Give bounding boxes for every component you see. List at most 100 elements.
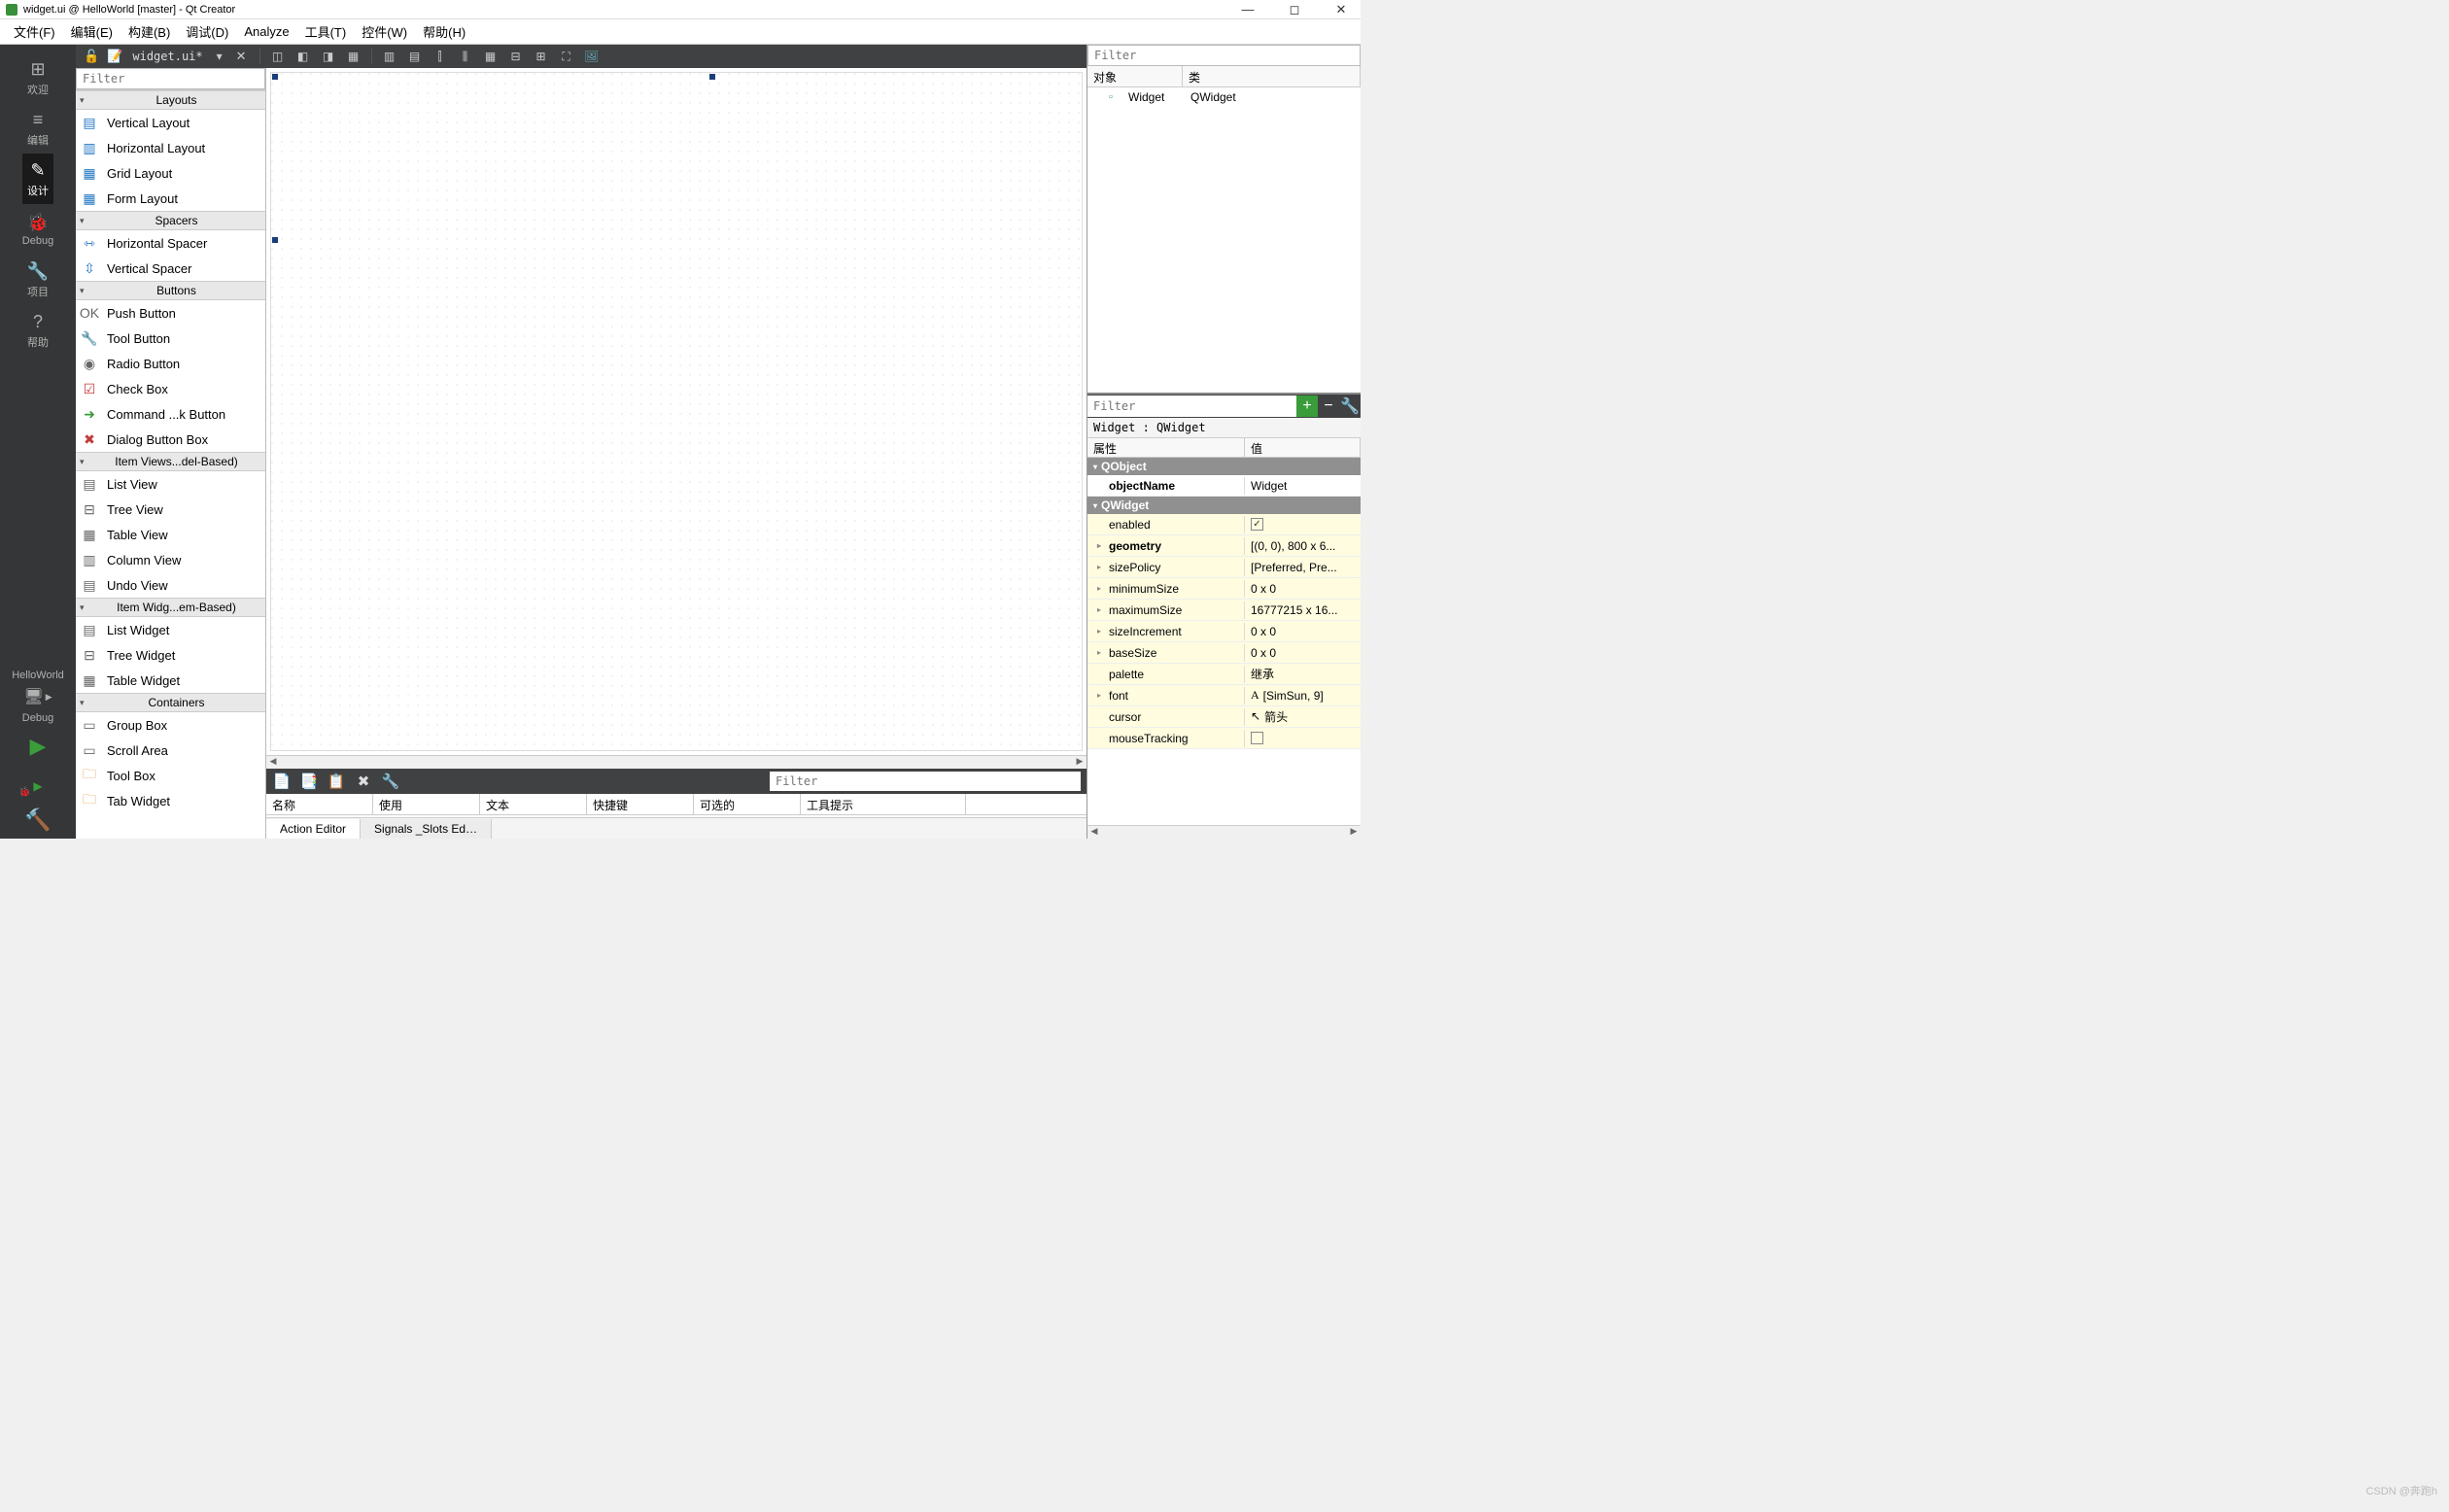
paste-action-button[interactable]: 📋	[327, 772, 346, 791]
widget-item[interactable]: ▤List Widget	[76, 617, 265, 642]
widget-item[interactable]: ▤Vertical Layout	[76, 110, 265, 135]
adjust-size-button[interactable]: ⛶	[556, 47, 577, 66]
add-property-button[interactable]: +	[1296, 395, 1318, 417]
widget-category[interactable]: ▾Item Widg...em-Based)	[76, 598, 265, 617]
kit-selector[interactable]: 🖥 ▶	[19, 685, 55, 708]
widget-category[interactable]: ▾Layouts	[76, 90, 265, 110]
menu-item[interactable]: 构建(B)	[121, 18, 178, 45]
property-filter-input[interactable]	[1087, 395, 1296, 417]
maximize-button[interactable]: ◻	[1281, 2, 1308, 17]
widget-category[interactable]: ▾Item Views...del-Based)	[76, 452, 265, 471]
widget-category[interactable]: ▾Containers	[76, 693, 265, 712]
class-col-header[interactable]: 类	[1183, 66, 1361, 86]
delete-action-button[interactable]: ✖	[354, 772, 373, 791]
action-filter-input[interactable]	[770, 772, 1081, 791]
property-row[interactable]: mouseTracking	[1087, 728, 1361, 749]
run-button[interactable]: ▶	[24, 728, 52, 765]
edit-widgets-button[interactable]: ◫	[267, 47, 289, 66]
widget-item[interactable]: ⇿Horizontal Spacer	[76, 230, 265, 256]
widget-item[interactable]: ▦Form Layout	[76, 186, 265, 211]
edit-signals-button[interactable]: ◧	[293, 47, 314, 66]
scroll-right-icon[interactable]: ▶	[1347, 826, 1361, 839]
widget-item[interactable]: ▦Table Widget	[76, 668, 265, 693]
layout-vert-button[interactable]: ▤	[404, 47, 426, 66]
object-filter-input[interactable]	[1087, 45, 1361, 66]
canvas-h-scrollbar[interactable]: ◀ ▶	[266, 755, 1087, 769]
configure-property-button[interactable]: 🔧	[1339, 395, 1361, 417]
widget-item[interactable]: ▥Horizontal Layout	[76, 135, 265, 160]
action-column-header[interactable]: 文本	[480, 794, 587, 814]
property-row[interactable]: ▸minimumSize0 x 0	[1087, 578, 1361, 600]
layout-horiz-button[interactable]: ▥	[379, 47, 400, 66]
property-name-header[interactable]: 属性	[1087, 438, 1245, 457]
mode-欢迎[interactable]: ⊞欢迎	[22, 52, 53, 103]
new-action-button[interactable]: 📄	[272, 772, 292, 791]
mode-帮助[interactable]: ?帮助	[22, 305, 53, 356]
menu-item[interactable]: 帮助(H)	[415, 18, 473, 45]
widget-category[interactable]: ▾Buttons	[76, 281, 265, 300]
widget-item[interactable]: OKPush Button	[76, 300, 265, 326]
preview-button[interactable]: 🖼	[581, 47, 603, 66]
widget-item[interactable]: ▤Undo View	[76, 572, 265, 598]
scroll-right-icon[interactable]: ▶	[1073, 756, 1087, 769]
menu-item[interactable]: 工具(T)	[297, 18, 355, 45]
mode-Debug[interactable]: 🐞Debug	[22, 204, 53, 255]
mode-项目[interactable]: 🔧项目	[22, 255, 53, 305]
widget-item[interactable]: ▤List View	[76, 471, 265, 497]
action-column-header[interactable]: 可选的	[694, 794, 801, 814]
checkbox[interactable]: ✓	[1251, 518, 1263, 531]
property-row[interactable]: enabled✓	[1087, 514, 1361, 535]
form-canvas[interactable]	[270, 72, 1083, 751]
scroll-left-icon[interactable]: ◀	[266, 756, 280, 769]
close-button[interactable]: ✕	[1328, 2, 1355, 17]
property-row[interactable]: ▸baseSize0 x 0	[1087, 642, 1361, 664]
layout-grid-button[interactable]: ▦	[480, 47, 501, 66]
property-group[interactable]: ▾QObject	[1087, 458, 1361, 475]
checkbox[interactable]	[1251, 732, 1263, 744]
run-debug-button[interactable]: ▶🐞	[27, 765, 48, 802]
widgetbox-filter-input[interactable]	[76, 68, 265, 89]
file-dropdown-icon[interactable]: ▾	[213, 50, 226, 63]
layout-horiz-splitter-button[interactable]: ⫿	[430, 47, 451, 66]
menu-item[interactable]: 调试(D)	[178, 18, 236, 45]
widget-item[interactable]: ⇳Vertical Spacer	[76, 256, 265, 281]
remove-property-button[interactable]: −	[1318, 395, 1339, 417]
property-value-header[interactable]: 值	[1245, 438, 1361, 457]
widget-item[interactable]: ▭Group Box	[76, 712, 265, 738]
close-file-button[interactable]: ✕	[230, 49, 253, 64]
tab-action-editor[interactable]: Action Editor	[266, 819, 361, 839]
break-layout-button[interactable]: ⊞	[531, 47, 552, 66]
widget-item[interactable]: 🗀Tab Widget	[76, 788, 265, 813]
menu-item[interactable]: Analyze	[236, 20, 296, 43]
menu-item[interactable]: 文件(F)	[6, 18, 63, 45]
widget-item[interactable]: ☑Check Box	[76, 376, 265, 401]
object-col-header[interactable]: 对象	[1087, 66, 1183, 86]
copy-action-button[interactable]: 📑	[299, 772, 319, 791]
scroll-left-icon[interactable]: ◀	[1087, 826, 1101, 839]
open-file-name[interactable]: widget.ui*	[126, 50, 208, 63]
widget-item[interactable]: ⊟Tree View	[76, 497, 265, 522]
widget-item[interactable]: ✖Dialog Button Box	[76, 427, 265, 452]
property-h-scrollbar[interactable]: ◀ ▶	[1087, 825, 1361, 839]
widget-item[interactable]: 🗀Tool Box	[76, 763, 265, 788]
property-row[interactable]: objectNameWidget	[1087, 475, 1361, 497]
resize-handle[interactable]	[272, 237, 278, 243]
action-column-header[interactable]: 使用	[373, 794, 480, 814]
property-row[interactable]: ▸sizePolicy[Preferred, Pre...	[1087, 557, 1361, 578]
tab-signals-slots[interactable]: Signals _Slots Ed…	[361, 819, 492, 839]
action-column-header[interactable]: 工具提示	[801, 794, 966, 814]
action-column-header[interactable]: 快捷键	[587, 794, 694, 814]
resize-handle[interactable]	[272, 74, 278, 80]
widget-item[interactable]: ▦Table View	[76, 522, 265, 547]
action-column-header[interactable]: 名称	[266, 794, 373, 814]
property-row[interactable]: ▸sizeIncrement0 x 0	[1087, 621, 1361, 642]
configure-action-button[interactable]: 🔧	[381, 772, 400, 791]
layout-form-button[interactable]: ⊟	[505, 47, 527, 66]
property-row[interactable]: palette继承	[1087, 664, 1361, 685]
widget-item[interactable]: ⊟Tree Widget	[76, 642, 265, 668]
property-row[interactable]: ▸geometry[(0, 0), 800 x 6...	[1087, 535, 1361, 557]
property-row[interactable]: ▸maximumSize16777215 x 16...	[1087, 600, 1361, 621]
edit-tab-order-button[interactable]: ▦	[343, 47, 364, 66]
mode-设计[interactable]: ✎设计	[22, 154, 53, 204]
menu-item[interactable]: 编辑(E)	[63, 18, 121, 45]
